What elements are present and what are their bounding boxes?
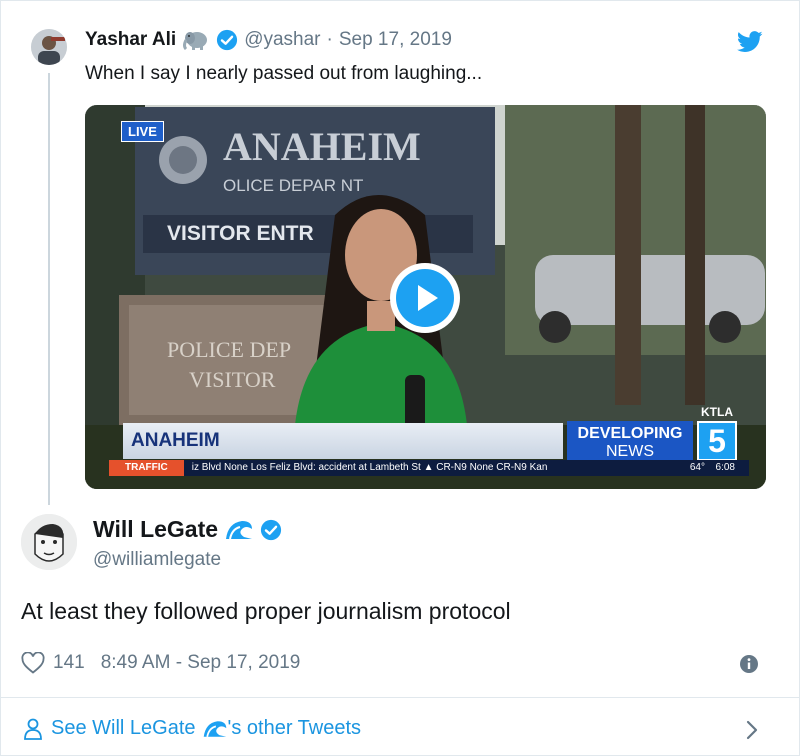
sign-police-dept: OLICE DEPAR NT (223, 176, 363, 195)
tweet-timestamp[interactable]: 8:49 AM - Sep 17, 2019 (101, 652, 301, 674)
info-icon[interactable] (739, 654, 759, 674)
quoted-user-handle[interactable]: @yashar (244, 29, 320, 51)
tweet-meta-row: 141 8:49 AM - Sep 17, 2019 (21, 651, 300, 675)
stone-sign-line-1: POLICE DEP (167, 337, 291, 362)
author-name[interactable]: Will LeGate (93, 516, 218, 543)
twitter-logo-icon[interactable] (737, 31, 763, 53)
quoted-user-name[interactable]: Yashar Ali (85, 29, 176, 51)
quoted-tweet-date[interactable]: Sep 17, 2019 (339, 29, 452, 51)
live-badge: LIVE (121, 121, 164, 142)
sign-anaheim: ANAHEIM (223, 124, 421, 169)
author-name-row: Will LeGate (93, 516, 282, 543)
verified-badge-icon (217, 29, 238, 51)
sign-visitor-entrance: VISITOR ENTR (167, 222, 314, 245)
ticker-label: TRAFFIC (109, 460, 184, 476)
thread-connector-line (48, 73, 50, 505)
station-name: KTLA (701, 405, 733, 419)
tweet-text: At least they followed proper journalism… (21, 598, 511, 624)
news-label: NEWS (606, 443, 654, 460)
ticker-temperature: 64° (689, 462, 705, 473)
header-separator: · (326, 29, 333, 50)
footer-divider (1, 697, 800, 698)
developing-label: DEVELOPING (577, 425, 683, 442)
play-icon (396, 269, 454, 327)
ticker-time: 6:08 (715, 462, 735, 473)
verified-badge-icon (260, 519, 282, 540)
see-more-label: See Will LeGate (51, 717, 196, 739)
news-lower-third: ANAHEIM (123, 423, 563, 459)
video-player[interactable]: ANAHEIM OLICE DEPAR NT VISITOR ENTR POLI… (85, 105, 766, 489)
ticker-text: iz Blvd None Los Feliz Blvd: accident at… (191, 462, 548, 473)
quoted-tweet-text: When I say I nearly passed out from laug… (85, 63, 483, 84)
heart-icon[interactable] (21, 652, 45, 674)
see-more-suffix: 's other Tweets (227, 717, 362, 739)
person-icon (24, 718, 42, 740)
play-button[interactable] (390, 263, 460, 333)
quoted-user-avatar[interactable] (31, 29, 67, 65)
chevron-right-icon[interactable] (745, 719, 759, 741)
elephant-emoji-icon (183, 32, 208, 50)
stone-sign-line-2: VISITOR (189, 367, 276, 392)
station-logo: KTLA 5 (695, 405, 739, 467)
tweet-embed-card: Yashar Ali @yashar · Sep 17, 2019 When I… (0, 0, 800, 756)
author-handle[interactable]: @williamlegate (93, 549, 221, 571)
like-count[interactable]: 141 (53, 652, 85, 674)
quoted-tweet-header: Yashar Ali @yashar · Sep 17, 2019 (85, 27, 452, 53)
news-ticker: TRAFFIC iz Blvd None Los Feliz Blvd: acci… (109, 460, 749, 476)
wave-emoji-icon (226, 520, 253, 539)
wave-emoji-icon (203, 720, 226, 737)
station-channel: 5 (697, 421, 737, 461)
lower-third-city: ANAHEIM (131, 430, 220, 451)
see-other-tweets-link[interactable]: See Will LeGate 's other Tweets (23, 717, 361, 740)
author-avatar[interactable] (21, 514, 77, 570)
